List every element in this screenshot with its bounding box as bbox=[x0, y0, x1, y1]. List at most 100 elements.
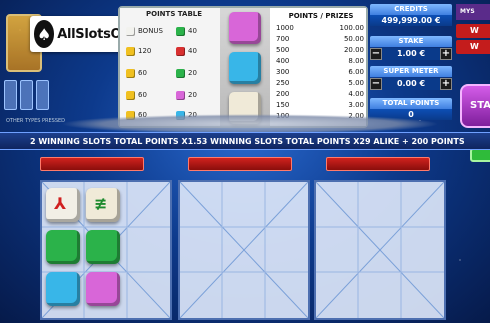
super-meter-stepper: − 0.00 € + bbox=[370, 77, 452, 91]
prize-points: 150 bbox=[276, 101, 290, 109]
prize-row: 200 4.00 bbox=[276, 90, 364, 98]
prize-points: 400 bbox=[276, 57, 290, 65]
prize-row: 500 20.00 bbox=[276, 46, 364, 54]
reel-3 bbox=[314, 152, 454, 322]
reel-grid[interactable] bbox=[178, 180, 310, 320]
yellow-die-icon bbox=[126, 90, 135, 100]
reel-2 bbox=[178, 152, 318, 322]
stake-decrease-button[interactable]: − bbox=[370, 48, 382, 60]
prize-row: 1000 100.00 bbox=[276, 24, 364, 32]
white-red-die-icon: ⅄ bbox=[46, 188, 80, 222]
spade-icon: ♠ bbox=[34, 20, 55, 48]
win-indicator: W bbox=[456, 40, 490, 54]
grid-lines bbox=[316, 182, 444, 318]
blue-die-icon bbox=[46, 272, 80, 306]
prize-row: 150 3.00 bbox=[276, 101, 364, 109]
total-points-label: TOTAL POINTS bbox=[370, 98, 452, 109]
super-meter-control: SUPER METER − 0.00 € + bbox=[370, 66, 452, 91]
game-stage: ♠ AllSlotsOnline casino OTHER TYPES PRES… bbox=[0, 0, 490, 323]
stake-value: 1.00 € bbox=[382, 48, 440, 60]
points-table-title: POINTS TABLE bbox=[146, 10, 203, 18]
grid-lines bbox=[180, 182, 308, 318]
credits-display: CREDITS 499,999.00 € bbox=[370, 4, 452, 26]
prizes-table-title: POINTS / PRIZES bbox=[288, 12, 354, 20]
points-row: 60 20 bbox=[126, 66, 222, 80]
reel-header bbox=[40, 157, 144, 171]
super-meter-decrease-button[interactable]: − bbox=[370, 78, 382, 90]
other-types-text: OTHER TYPES PRESSED bbox=[6, 118, 66, 124]
indicator-tile bbox=[4, 80, 17, 110]
prize-points: 250 bbox=[276, 79, 290, 87]
prize-points: 1000 bbox=[276, 24, 294, 32]
prize-row: 250 5.00 bbox=[276, 79, 364, 87]
stake-stepper: − 1.00 € + bbox=[370, 47, 452, 61]
stake-label: STAKE bbox=[370, 36, 452, 47]
bonus-rule: 2 WINNING SLOTS TOTAL POINTS X1.5 bbox=[30, 136, 202, 146]
prize-amount: 6.00 bbox=[348, 68, 364, 76]
indicator-tile bbox=[20, 80, 33, 110]
pink-die-icon bbox=[86, 272, 120, 306]
row-label: 60 bbox=[138, 69, 147, 77]
yellow-die-icon bbox=[126, 68, 135, 78]
blue-die-icon bbox=[229, 52, 261, 84]
prize-row: 700 50.00 bbox=[276, 35, 364, 43]
row-points: 40 bbox=[188, 27, 197, 35]
prizes-table: POINTS / PRIZES 1000 100.00 700 50.00 500 2… bbox=[270, 8, 366, 126]
pink-die-icon bbox=[176, 90, 185, 100]
super-meter-increase-button[interactable]: + bbox=[440, 78, 452, 90]
white-die-icon bbox=[126, 26, 135, 36]
prize-amount: 20.00 bbox=[343, 46, 364, 54]
reel-grid[interactable]: ⅄ ≢ bbox=[40, 180, 172, 320]
autoplay-button[interactable] bbox=[470, 148, 490, 162]
super-meter-label: SUPER METER bbox=[370, 66, 452, 77]
spaceship-decoration bbox=[60, 114, 440, 134]
white-green-die-icon: ≢ bbox=[86, 188, 120, 222]
win-indicator: W bbox=[456, 24, 490, 38]
stake-increase-button[interactable]: + bbox=[440, 48, 452, 60]
start-button[interactable]: STA bbox=[460, 84, 490, 128]
row-label: BONUS bbox=[138, 27, 163, 35]
mystery-button[interactable]: MYS bbox=[456, 4, 490, 20]
bonus-rule: 3 WINNING SLOTS TOTAL POINTS X2 bbox=[201, 136, 365, 146]
pink-die-icon bbox=[229, 12, 261, 44]
red-die-icon bbox=[176, 46, 185, 56]
row-points: 40 bbox=[188, 47, 197, 55]
prize-amount: 100.00 bbox=[339, 24, 365, 32]
points-row: 60 20 bbox=[126, 88, 222, 102]
row-points: 20 bbox=[188, 69, 197, 77]
reel-1: ⅄ ≢ bbox=[40, 152, 180, 322]
points-row: 120 40 bbox=[126, 44, 222, 58]
points-table: POINTS TABLE BONUS 40 120 40 60 20 60 20 bbox=[120, 8, 220, 126]
reel-grid[interactable] bbox=[314, 180, 446, 320]
yellow-die-icon bbox=[126, 46, 135, 56]
prize-amount: 8.00 bbox=[348, 57, 364, 65]
featured-dice bbox=[220, 8, 270, 126]
prize-amount: 4.00 bbox=[348, 90, 364, 98]
bonus-rule: 9 ALIKE + 200 POINTS bbox=[364, 136, 465, 146]
green-die-icon bbox=[176, 68, 185, 78]
reel-header bbox=[188, 157, 292, 171]
prize-points: 700 bbox=[276, 35, 290, 43]
prize-row: 300 6.00 bbox=[276, 68, 364, 76]
paytable: POINTS TABLE BONUS 40 120 40 60 20 60 20… bbox=[118, 6, 368, 128]
prize-amount: 3.00 bbox=[348, 101, 364, 109]
row-label: 60 bbox=[138, 91, 147, 99]
prize-points: 200 bbox=[276, 90, 290, 98]
prize-row: 400 8.00 bbox=[276, 57, 364, 65]
indicator-tile bbox=[36, 80, 49, 110]
credits-value: 499,999.00 € bbox=[370, 15, 452, 26]
green-die-icon bbox=[176, 26, 185, 36]
row-points: 20 bbox=[188, 91, 197, 99]
prize-points: 500 bbox=[276, 46, 290, 54]
bonus-rules-banner: 2 WINNING SLOTS TOTAL POINTS X1.5 3 WINN… bbox=[0, 132, 490, 150]
side-indicator-tiles bbox=[4, 80, 49, 110]
green-die-icon bbox=[86, 230, 120, 264]
reel-header bbox=[326, 157, 430, 171]
prize-amount: 5.00 bbox=[348, 79, 364, 87]
prize-points: 300 bbox=[276, 68, 290, 76]
row-label: 120 bbox=[138, 47, 152, 55]
super-meter-value: 0.00 € bbox=[382, 78, 440, 90]
green-die-icon bbox=[46, 230, 80, 264]
points-row: BONUS 40 bbox=[126, 24, 222, 38]
credits-label: CREDITS bbox=[370, 4, 452, 15]
